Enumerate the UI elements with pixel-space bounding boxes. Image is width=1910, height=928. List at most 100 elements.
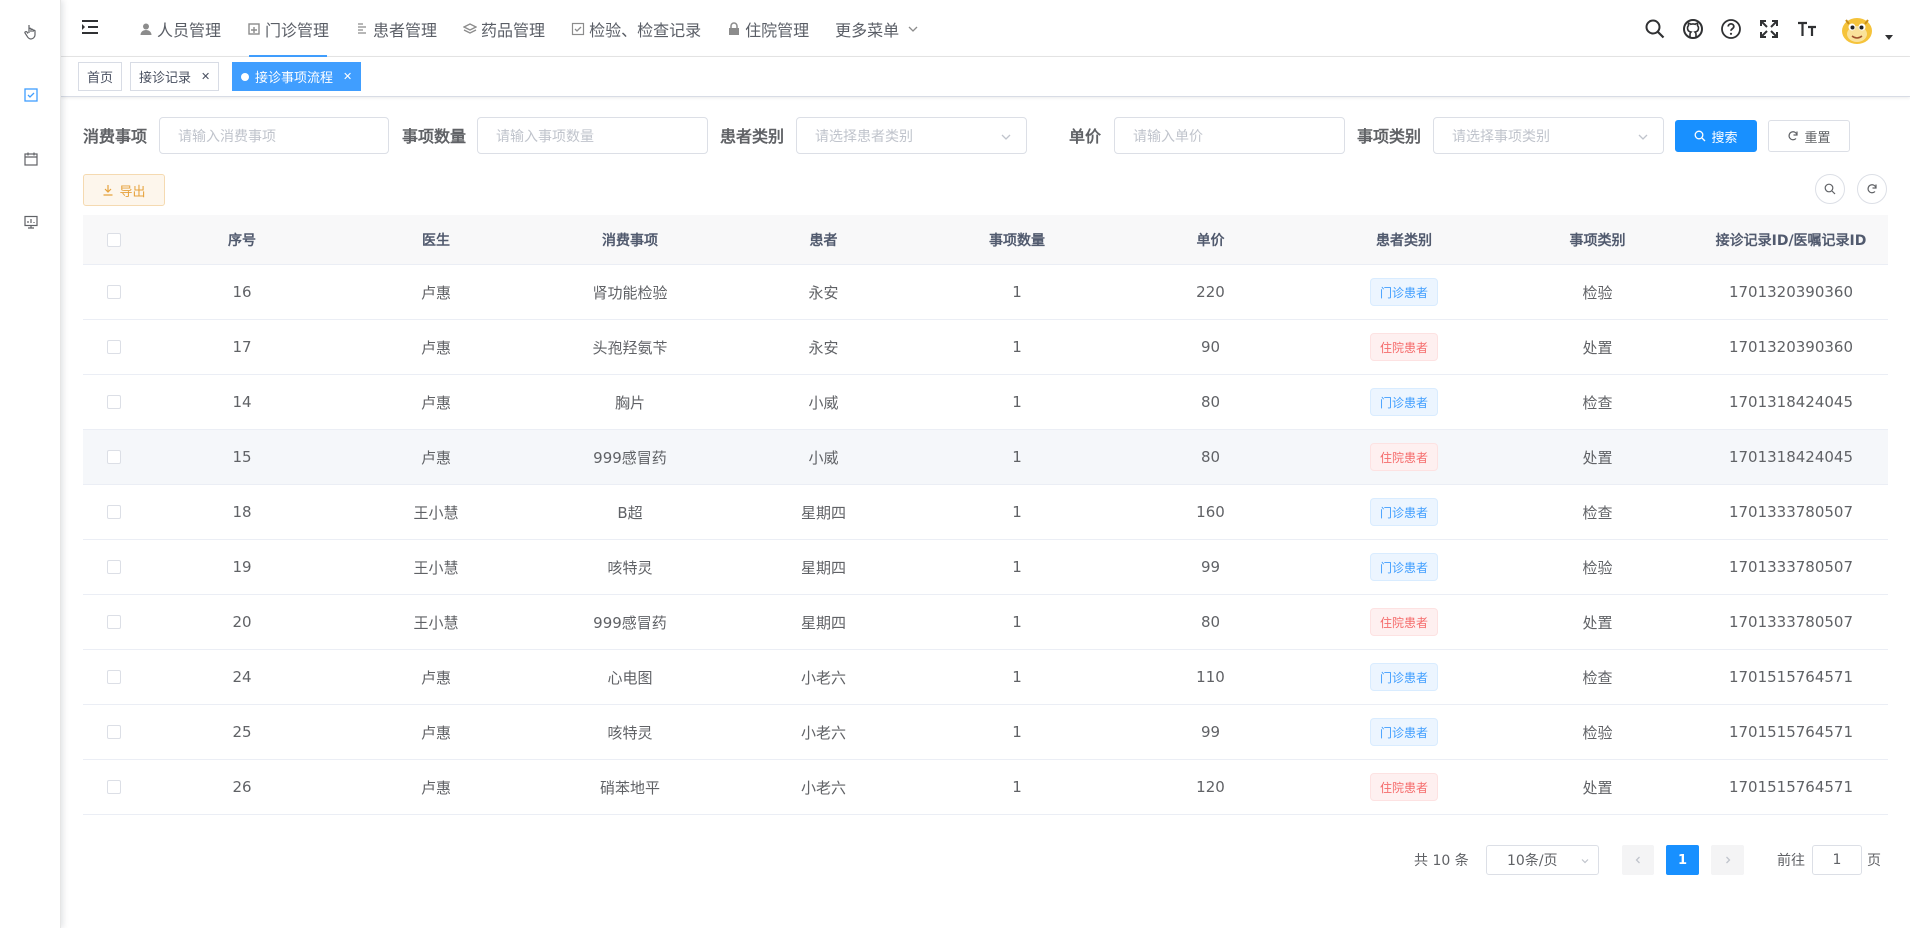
font-size-icon[interactable] [1796,18,1818,40]
chevron-down-icon [1638,134,1648,140]
menu-item-patients[interactable]: 患者管理 [342,0,450,57]
patient-type-cell: 住院患者 [1307,320,1501,374]
patient-type-tag: 门诊患者 [1369,498,1438,526]
unit-price-input[interactable]: 请输入单价 [1114,117,1345,154]
github-icon[interactable] [1682,18,1704,40]
record-id-cell: 1701320390360 [1728,338,1854,356]
sidebar [0,0,61,928]
toggle-search-button[interactable] [1815,174,1845,204]
consumption-item-cell: 咳特灵 [607,723,653,742]
record-id-cell: 1701333780507 [1728,558,1854,576]
patient-type-cell: 住院患者 [1307,595,1501,649]
table-row[interactable]: 14 卢惠 胸片 小威 1 80 门诊患者 检查 1701318424045 [83,375,1888,430]
menu-item-label: 药品管理 [481,20,546,40]
checkbox-icon[interactable] [22,86,40,104]
goto-page-input[interactable]: 1 [1812,845,1862,875]
search-icon[interactable] [1644,18,1666,40]
search-button[interactable]: 搜索 [1675,120,1757,152]
table-row[interactable]: 15 卢惠 999感冒药 小威 1 80 住院患者 处置 1701318424045 [83,430,1888,485]
table-row[interactable]: 25 卢惠 咳特灵 小老六 1 99 门诊患者 检验 1701515764571 [83,705,1888,760]
patient-type-cell: 门诊患者 [1307,650,1501,704]
serial-cell: 26 [232,778,252,796]
refresh-button[interactable] [1857,174,1887,204]
prev-page-button[interactable] [1622,845,1654,875]
header-select-all [83,215,145,264]
records-table: 序号 医生 消费事项 患者 事项数量 单价 患者类别 事项类别 接诊记录ID/医… [83,215,1888,815]
select-cell [83,265,145,319]
close-icon[interactable]: ✕ [343,70,352,83]
pagination-total: 共 10 条 [1414,853,1469,869]
patient-type-select[interactable]: 请选择患者类别 [796,117,1027,154]
next-page-button[interactable] [1711,845,1744,875]
consumption-item-input[interactable]: 请输入消费事项 [159,117,389,154]
price-cell: 90 [1200,338,1221,356]
help-icon[interactable] [1720,18,1742,40]
table-row[interactable]: 19 王小慧 咳特灵 星期四 1 99 门诊患者 检验 1701333780507 [83,540,1888,595]
download-icon [103,185,113,196]
monitor-icon[interactable] [22,213,40,231]
menu-item-staff[interactable]: 人员管理 [126,0,234,57]
close-icon[interactable]: ✕ [201,70,210,83]
page-size-select[interactable]: 10条/页 [1486,845,1599,875]
row-checkbox[interactable] [107,615,121,629]
price-cell: 160 [1196,503,1225,521]
avatar[interactable] [1840,12,1874,46]
tag-home[interactable]: 首页 [78,62,123,91]
tag-label: 接诊事项流程 [255,71,334,86]
chevron-down-icon [908,26,918,32]
row-checkbox[interactable] [107,780,121,794]
hamburger-icon[interactable] [80,17,100,37]
table-row[interactable]: 18 王小慧 B超 星期四 1 160 门诊患者 检查 1701333780507 [83,485,1888,540]
menu-item-inspection[interactable]: 检验、检查记录 [558,0,714,57]
doctor-cell: 卢惠 [420,283,451,302]
row-checkbox[interactable] [107,670,121,684]
search-button-label: 搜索 [1711,130,1738,146]
chevron-down-icon [1581,859,1589,864]
item-quantity-input[interactable]: 请输入事项数量 [477,117,708,154]
menu-item-inpatient[interactable]: 住院管理 [714,0,822,57]
table-row[interactable]: 24 卢惠 心电图 小老六 1 110 门诊患者 检查 1701515764571 [83,650,1888,705]
patient-type-tag: 门诊患者 [1369,278,1438,306]
header-cell: 事项数量 [989,232,1045,249]
consumption-item-cell: 头孢羟氨苄 [592,338,668,357]
reset-button-label: 重置 [1804,130,1831,146]
row-checkbox[interactable] [107,450,121,464]
row-checkbox[interactable] [107,505,121,519]
hand-pointer-icon[interactable] [22,23,40,41]
table-row[interactable]: 20 王小慧 999感冒药 星期四 1 80 住院患者 处置 1701333780507 [83,595,1888,650]
row-checkbox[interactable] [107,560,121,574]
reset-button[interactable]: 重置 [1768,120,1850,152]
calendar-icon[interactable] [22,150,40,168]
serial-cell: 17 [232,338,252,356]
caret-down-icon[interactable] [1884,32,1894,42]
fullscreen-icon[interactable] [1758,18,1780,40]
menu-item-more[interactable]: 更多菜单 [822,0,932,57]
doctor-cell: 卢惠 [420,723,451,742]
select-all-checkbox[interactable] [107,232,121,247]
patient-type-tag: 住院患者 [1369,443,1438,471]
item-type-select[interactable]: 请选择事项类别 [1433,117,1664,154]
item-type-cell: 处置 [1582,448,1613,467]
menu-item-medicine[interactable]: 药品管理 [450,0,558,57]
tag-reception-records[interactable]: 接诊记录 ✕ [130,62,220,91]
select-cell [83,595,145,649]
select-cell [83,540,145,594]
consumption-item-cell: 硝苯地平 [599,778,660,797]
serial-cell: 19 [232,558,252,576]
consumption-item-cell: 胸片 [614,393,645,412]
row-checkbox[interactable] [107,725,121,739]
row-checkbox[interactable] [107,395,121,409]
patient-cell: 小老六 [800,778,846,797]
row-checkbox[interactable] [107,340,121,354]
patient-cell: 小威 [808,448,839,467]
item-type-cell: 检验 [1582,283,1613,302]
table-row[interactable]: 26 卢惠 硝苯地平 小老六 1 120 住院患者 处置 1701515764571 [83,760,1888,815]
row-checkbox[interactable] [107,285,121,299]
table-row[interactable]: 16 卢惠 肾功能检验 永安 1 220 门诊患者 检验 1701320390360 [83,265,1888,320]
quantity-cell: 1 [1012,613,1022,631]
tag-reception-flow[interactable]: 接诊事项流程 ✕ [232,62,362,91]
table-row[interactable]: 17 卢惠 头孢羟氨苄 永安 1 90 住院患者 处置 1701320390360 [83,320,1888,375]
menu-item-clinic[interactable]: 门诊管理 [234,0,342,57]
page-number-button[interactable]: 1 [1666,845,1699,875]
export-button[interactable]: 导出 [83,174,165,206]
